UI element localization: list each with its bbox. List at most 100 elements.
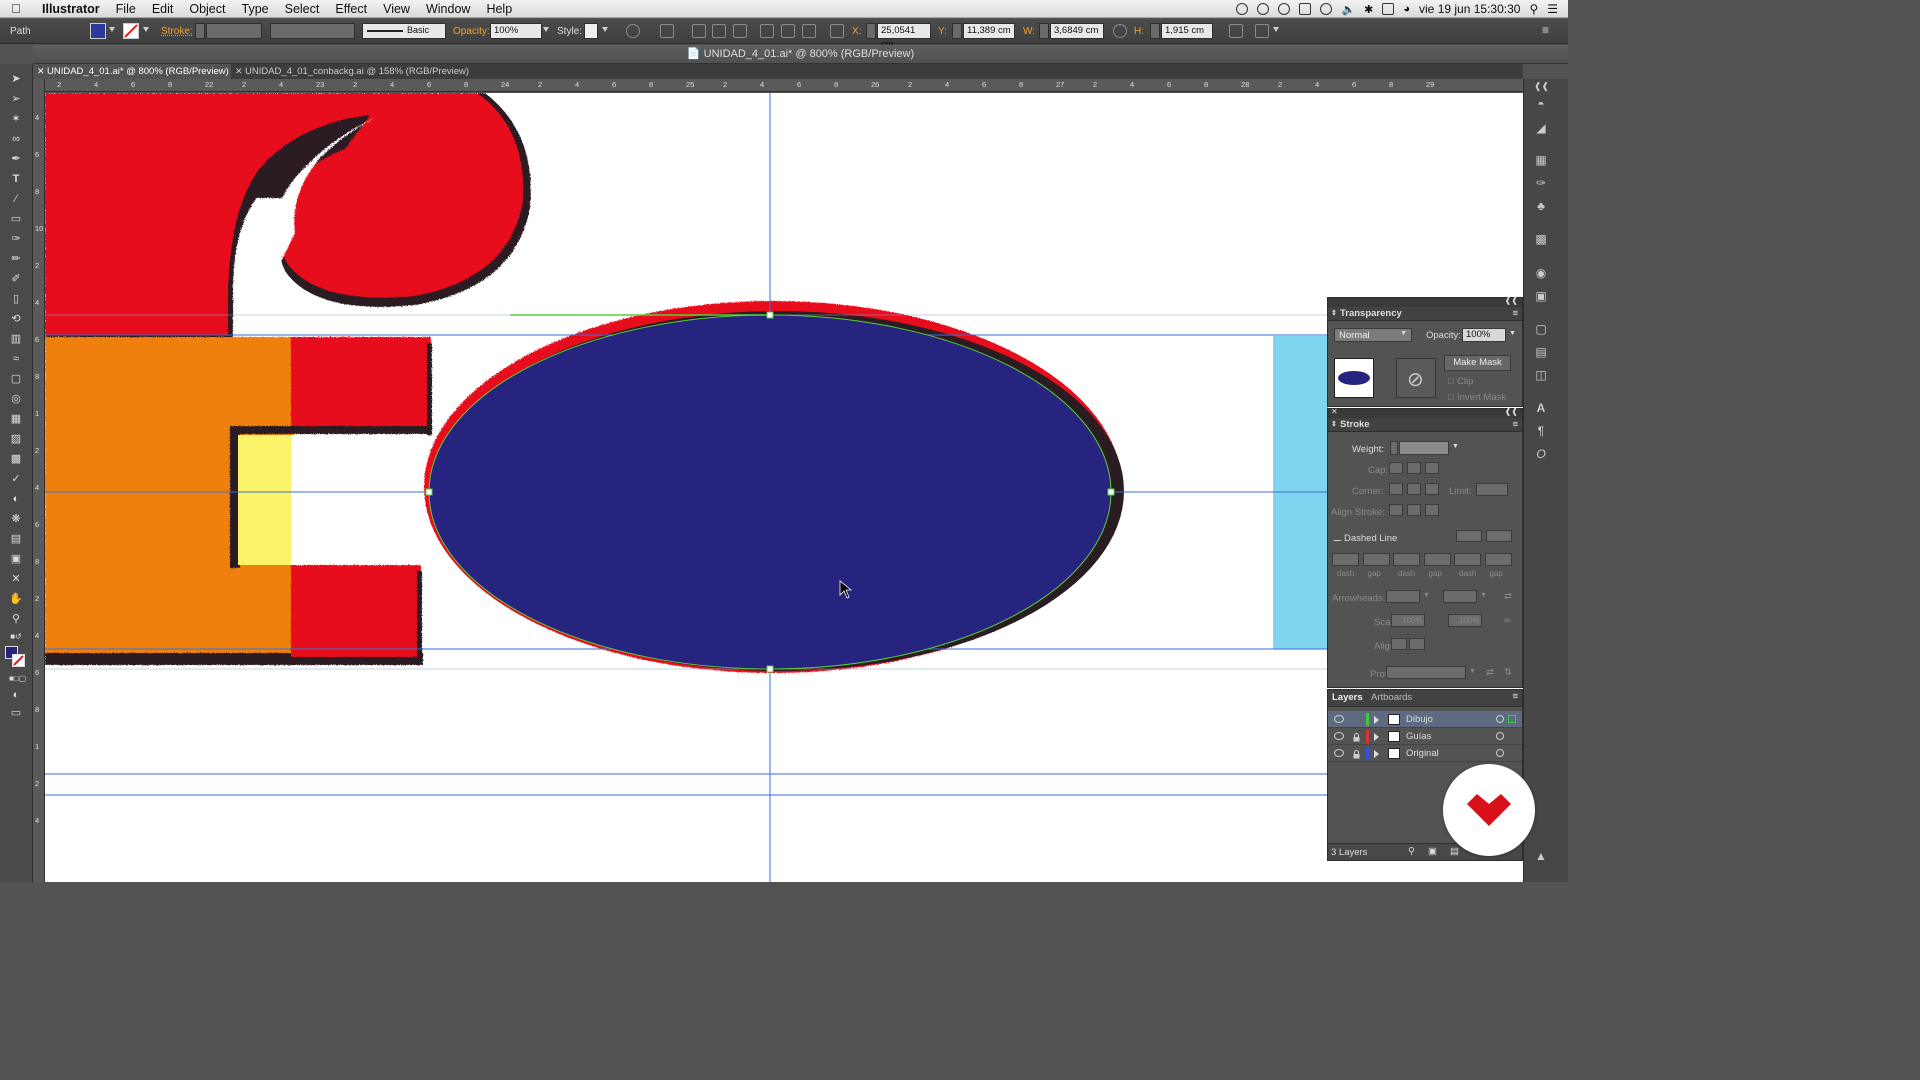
align-center-icon[interactable] xyxy=(712,24,726,38)
x-stepper[interactable] xyxy=(866,23,876,39)
end-scale-field[interactable]: 100% xyxy=(1448,614,1482,627)
style-swatch[interactable] xyxy=(584,23,598,39)
miter-join-button[interactable] xyxy=(1389,483,1403,495)
limit-field[interactable] xyxy=(1476,483,1508,496)
blob-brush-tool-icon[interactable]: ✐ xyxy=(9,272,23,286)
menu-help[interactable]: Help xyxy=(478,0,520,18)
symbols-icon[interactable]: ♣ xyxy=(1534,199,1548,213)
end-arrowhead-select[interactable] xyxy=(1443,590,1477,603)
blend-tool-icon[interactable]: ◐ xyxy=(9,492,23,506)
transform-grid-icon[interactable] xyxy=(830,24,844,38)
artboard-tool-icon[interactable]: ▣ xyxy=(9,552,23,566)
record-icon[interactable] xyxy=(1236,3,1249,15)
tab-unidad-4-01[interactable]: ✕ UNIDAD_4_01.ai* @ 800% (RGB/Preview) xyxy=(33,64,231,79)
color-guide-icon[interactable]: ◢ xyxy=(1534,121,1548,135)
eraser-tool-icon[interactable]: ▯ xyxy=(9,292,23,306)
collapse-panel-icon[interactable]: ❰❰ xyxy=(1505,407,1518,416)
rotate-tool-icon[interactable]: ⟲ xyxy=(9,312,23,326)
layer-row-dibujo[interactable]: Dibujo xyxy=(1328,711,1522,728)
drawing-mode-icon[interactable]: ◐ xyxy=(9,688,23,702)
align-center-stroke-button[interactable] xyxy=(1389,504,1403,516)
y-field[interactable]: 11,389 cm xyxy=(963,23,1015,39)
wifi-icon[interactable]: ◕ xyxy=(1403,3,1410,15)
stroke-swatch[interactable] xyxy=(123,23,139,39)
panel-menu-icon[interactable]: ≡ xyxy=(1512,691,1518,702)
screen-mode-icon[interactable]: ▭ xyxy=(9,706,23,720)
profile-select[interactable] xyxy=(1386,666,1466,679)
isolate-icon[interactable] xyxy=(1255,24,1269,38)
dash-gap-field[interactable] xyxy=(1362,553,1390,566)
fill-dropdown-icon[interactable] xyxy=(109,27,115,32)
color-mode-icon[interactable]: ■□▢ xyxy=(9,672,26,686)
keyboard-icon[interactable] xyxy=(1382,3,1395,15)
weight-dropdown-icon[interactable]: ▼ xyxy=(1452,443,1459,450)
graph-tool-icon[interactable]: ▤ xyxy=(9,532,23,546)
character-icon[interactable]: A xyxy=(1534,401,1548,415)
lasso-tool-icon[interactable]: ∞ xyxy=(9,132,23,146)
line-tool-icon[interactable]: ∕ xyxy=(9,192,23,206)
menu-view[interactable]: View xyxy=(375,0,418,18)
warp-tool-icon[interactable]: ≈ xyxy=(9,352,23,366)
tab-layers[interactable]: Layers xyxy=(1332,692,1363,703)
fill-swatch[interactable] xyxy=(90,23,106,39)
hand-tool-icon[interactable]: ✋ xyxy=(9,592,23,606)
sync-icon[interactable] xyxy=(1278,3,1291,15)
w-stepper[interactable] xyxy=(1039,23,1049,39)
swap-arrowheads-icon[interactable]: ⇄ xyxy=(1504,591,1512,602)
clock-text[interactable]: vie 19 jun 15:30:30 xyxy=(1419,2,1520,16)
tab-unidad-4-01-conbackg[interactable]: ✕ UNIDAD_4_01_conbackg.ai @ 158% (RGB/Pr… xyxy=(231,64,471,79)
brush-field[interactable]: Basic xyxy=(362,23,446,39)
scale-tool-icon[interactable]: ▥ xyxy=(9,332,23,346)
panel-menu-icon[interactable]: ≡ xyxy=(1512,418,1518,432)
more-dropdown-icon[interactable] xyxy=(1273,27,1279,32)
apple-icon[interactable]:  xyxy=(0,1,32,16)
y-label[interactable]: Y: xyxy=(938,26,947,37)
expand-triangle-icon[interactable] xyxy=(1374,716,1379,724)
lock-icon[interactable] xyxy=(1353,748,1360,759)
gradient-icon[interactable]: ▩ xyxy=(1534,232,1548,246)
stroke-stepper[interactable] xyxy=(195,23,205,39)
default-colors-icon[interactable]: ■↺ xyxy=(9,630,23,644)
visibility-eye-icon[interactable] xyxy=(1334,715,1344,723)
magic-wand-tool-icon[interactable]: ✶ xyxy=(9,112,23,126)
close-panel-icon[interactable]: ✕ xyxy=(1331,407,1338,416)
opacity-label[interactable]: Opacity: xyxy=(453,26,490,37)
dash-gap-field[interactable] xyxy=(1423,553,1451,566)
projecting-cap-button[interactable] xyxy=(1425,462,1439,474)
align-to-icon[interactable] xyxy=(660,24,674,38)
panel-menu-icon[interactable]: ≡ xyxy=(1512,307,1518,321)
anchor-point-left[interactable] xyxy=(425,488,433,496)
graphic-styles-icon[interactable]: ▣ xyxy=(1534,289,1548,303)
constrain-link-icon[interactable] xyxy=(1113,24,1127,38)
recolor-icon[interactable] xyxy=(626,24,640,38)
start-arrowhead-select[interactable] xyxy=(1386,590,1420,603)
swatches-icon[interactable]: ▦ xyxy=(1534,153,1548,167)
w-label[interactable]: W: xyxy=(1023,26,1035,37)
mask-thumbnail[interactable]: ⊘ xyxy=(1396,358,1436,398)
dash-gap-field[interactable] xyxy=(1332,553,1359,566)
artboard-canvas[interactable] xyxy=(45,93,1523,882)
perspective-grid-tool-icon[interactable]: ▦ xyxy=(9,412,23,426)
opacity-field[interactable]: 100% xyxy=(1462,328,1506,342)
selected-ellipse[interactable] xyxy=(428,314,1112,670)
dashed-line-checkbox[interactable]: ⚊ xyxy=(1333,533,1342,544)
y-stepper[interactable] xyxy=(952,23,962,39)
w-field[interactable]: 3,6849 cm xyxy=(1050,23,1104,39)
style-dropdown-icon[interactable] xyxy=(602,27,608,32)
target-circle-icon[interactable] xyxy=(1496,715,1504,723)
symbol-sprayer-tool-icon[interactable]: ❋ xyxy=(9,512,23,526)
menu-object[interactable]: Object xyxy=(181,0,233,18)
stroke-dropdown-icon[interactable] xyxy=(143,27,149,32)
eyedropper-tool-icon[interactable]: ✓ xyxy=(9,472,23,486)
opacity-dropdown-icon[interactable]: ▼ xyxy=(1509,330,1516,337)
target-circle-icon[interactable] xyxy=(1496,732,1504,740)
opentype-icon[interactable]: O xyxy=(1534,447,1548,461)
wifi-status-icon[interactable] xyxy=(1257,3,1270,15)
rectangle-tool-icon[interactable]: ▭ xyxy=(9,212,23,226)
pathfinder-icon[interactable]: ◫ xyxy=(1534,368,1548,382)
link-scale-icon[interactable]: ∞ xyxy=(1504,615,1511,626)
align-panel-icon[interactable]: ▤ xyxy=(1534,345,1548,359)
round-cap-button[interactable] xyxy=(1407,462,1421,474)
selection-tool-icon[interactable]: ➤ xyxy=(9,72,23,86)
dash-gap-field[interactable] xyxy=(1484,553,1512,566)
